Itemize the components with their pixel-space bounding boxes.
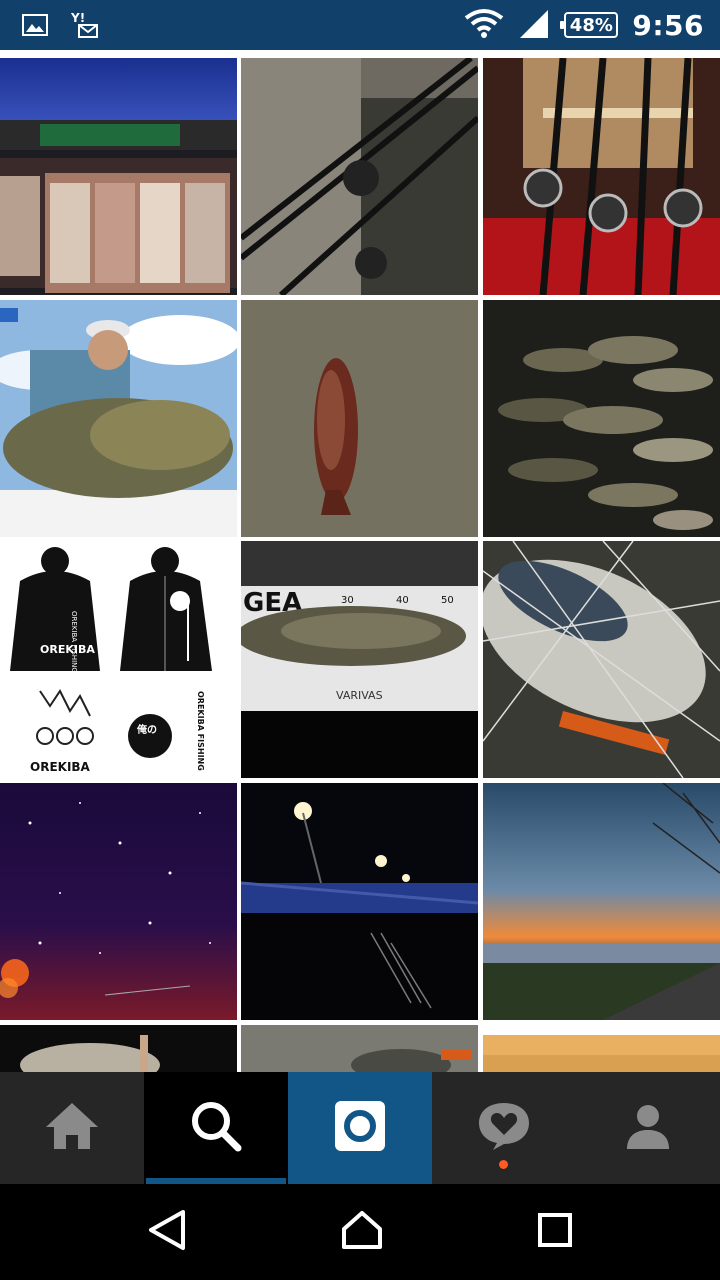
image-icon: [22, 14, 48, 40]
tile-text: OREKIBA FISHING: [70, 611, 78, 673]
grid-tile[interactable]: [483, 783, 720, 1020]
tile-text: 30: [341, 595, 354, 606]
yahoo-mail-icon: Y!: [70, 10, 100, 44]
grid-tile[interactable]: [241, 58, 478, 295]
grid-tile[interactable]: [483, 1025, 720, 1072]
tile-text: 俺の: [136, 723, 157, 736]
clock: 9:56: [632, 8, 704, 42]
grid-tile[interactable]: [483, 58, 720, 295]
battery-indicator: 48%: [560, 12, 619, 38]
signal-icon: [518, 8, 550, 42]
svg-text:Y!: Y!: [70, 11, 85, 25]
tile-text: OREKIBA: [30, 760, 91, 774]
home-icon: [44, 1101, 100, 1155]
camera-icon: [334, 1100, 386, 1156]
grid-tile[interactable]: [241, 1025, 478, 1072]
grid-tile[interactable]: [241, 300, 478, 537]
activity-heart-icon: [477, 1101, 531, 1155]
grid-tile[interactable]: [483, 300, 720, 537]
search-icon: [190, 1100, 242, 1156]
home-button-icon[interactable]: [341, 1210, 383, 1254]
grid-tile[interactable]: [483, 541, 720, 778]
grid-tile[interactable]: [0, 1025, 237, 1072]
grid-tile[interactable]: GEA 40 30 50 VARIVAS: [241, 541, 478, 778]
bottom-nav: [0, 1072, 720, 1184]
nav-activity[interactable]: [432, 1072, 576, 1184]
notification-dot: [499, 1160, 508, 1169]
wifi-icon: [464, 8, 504, 42]
nav-home[interactable]: [0, 1072, 144, 1184]
grid-tile[interactable]: [0, 783, 237, 1020]
grid-tile[interactable]: OREKIBA OREKIBA FISHING OREKIBA 俺の OREKI…: [0, 541, 237, 778]
back-icon[interactable]: [147, 1209, 187, 1255]
system-nav-bar: [0, 1184, 720, 1280]
nav-search[interactable]: [144, 1072, 288, 1184]
tile-text: OREKIBA: [40, 643, 95, 656]
recents-icon[interactable]: [537, 1212, 573, 1252]
tile-text: OREKIBA FISHING: [196, 691, 205, 771]
grid-tile[interactable]: [0, 300, 237, 537]
status-bar: Y! 48% 9:56: [0, 0, 720, 50]
nav-profile[interactable]: [576, 1072, 720, 1184]
tile-text: VARIVAS: [336, 689, 383, 702]
grid-tile[interactable]: [0, 58, 237, 295]
profile-icon: [625, 1103, 671, 1153]
nav-camera[interactable]: [288, 1072, 432, 1184]
grid-tile[interactable]: [241, 783, 478, 1020]
tile-text: 50: [441, 595, 454, 606]
tile-text: 40: [396, 595, 409, 606]
explore-grid[interactable]: OREKIBA OREKIBA FISHING OREKIBA 俺の OREKI…: [0, 50, 720, 1072]
